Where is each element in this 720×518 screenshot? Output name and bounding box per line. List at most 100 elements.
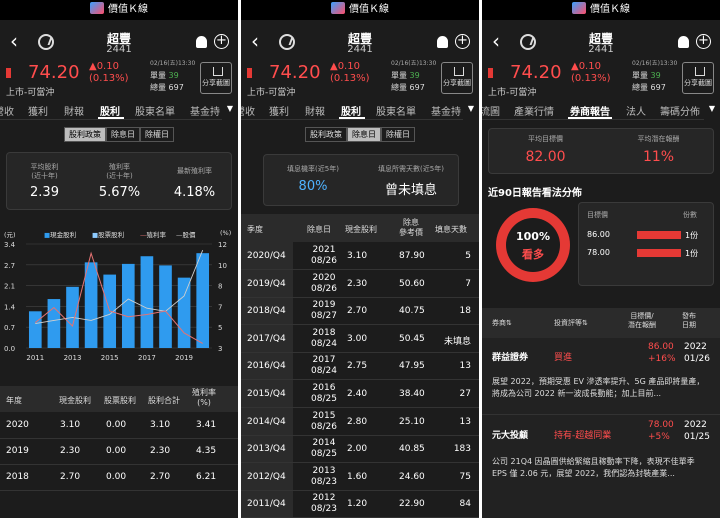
y-tick-right: 12 [218, 241, 227, 249]
report-summary: 公司 21Q4 因晶圓供給緊縮且稼動率下降，表現不佳單季 EPS 僅 2.06 … [492, 457, 695, 478]
ex-dividend-cell: 2.30 [347, 278, 368, 289]
th-broker[interactable]: 券商⇅ [492, 318, 512, 328]
tab-bar: 營收 獲利 財報 股利 股東名單 基金持 [241, 98, 479, 120]
price-change: ▲0.10 (0.13%) [89, 61, 129, 84]
share-screenshot-button[interactable]: 分享截圖 [200, 62, 232, 94]
ex-dividend-cell: 18 [459, 306, 471, 317]
ex-dividend-cell: 22.90 [399, 499, 425, 510]
tab-funds[interactable]: 基金持 [431, 103, 461, 118]
dividend-cell: 3.41 [196, 420, 217, 430]
tab-institutional[interactable]: 法人 [626, 103, 646, 118]
avg-upside-value: 11% [642, 149, 675, 165]
avg-yield-value: 5.67% [98, 185, 141, 200]
tab-profit[interactable]: 獲利 [28, 103, 48, 118]
tab-dividend[interactable]: 股利 [100, 103, 120, 118]
th-target-upside[interactable]: 目標價/ 潛在報酬 [628, 312, 656, 330]
dividend-cell: 2.30 [60, 446, 81, 456]
tab-revenue[interactable]: 營收 [241, 103, 255, 118]
tab-dropdown-icon[interactable]: ▼ [222, 98, 238, 120]
row-divider [241, 296, 479, 298]
dist-bar-2 [637, 249, 681, 257]
seg-dividend-policy[interactable]: 股利政策 [64, 127, 106, 142]
dividend-cell: 3.10 [150, 420, 171, 430]
tab-broker-report[interactable]: 券商報告 [570, 103, 610, 118]
dividend-cell: 0.00 [106, 446, 127, 456]
report-divider [482, 414, 720, 415]
report-date: 01/25 [684, 432, 710, 442]
dist-target-2: 78.00 [587, 248, 610, 257]
avg-dividend-value: 2.39 [30, 185, 59, 200]
th-quarter: 季度 [247, 225, 263, 234]
report-item[interactable]: 元大投顧 持有-超越同業 78.00 +5% 2022 01/25 公司 21Q… [482, 416, 720, 516]
ex-dividend-cell: 25.10 [399, 416, 425, 427]
row-divider [0, 490, 238, 491]
latest-yield-value: 4.18% [173, 185, 216, 200]
price-change: ▲0.10 (0.13%) [571, 61, 611, 84]
row-divider [241, 462, 479, 464]
tab-funds[interactable]: 基金持 [190, 103, 220, 118]
bell-icon[interactable] [437, 36, 448, 48]
add-icon[interactable]: + [696, 34, 711, 49]
line-price [35, 249, 204, 324]
tab-flow[interactable]: 流圖 [482, 103, 500, 118]
y-tick-left: 2.1 [4, 283, 15, 291]
tab-financials[interactable]: 財報 [64, 103, 84, 118]
row-divider [241, 324, 479, 326]
y-tick-right: 3 [218, 345, 222, 353]
tab-shareholders[interactable]: 股東名單 [376, 103, 416, 118]
dividend-cell: 4.35 [196, 446, 217, 456]
ex-dividend-cell: 2.70 [347, 306, 368, 317]
tab-revenue[interactable]: 營收 [0, 103, 14, 118]
fill-days-value: 曾未填息 [384, 183, 437, 198]
dividend-cell: 3.10 [60, 420, 81, 430]
bell-icon[interactable] [196, 36, 207, 48]
seg-ex-dividend[interactable]: 除息日 [347, 127, 381, 142]
tab-profit[interactable]: 獲利 [269, 103, 289, 118]
row-divider [241, 351, 479, 353]
share-screenshot-button[interactable]: 分享截圖 [682, 62, 714, 94]
bell-icon[interactable] [678, 36, 689, 48]
row-divider [0, 464, 238, 465]
x-tick: 2011 [26, 354, 44, 362]
bar-cash-dividend [121, 263, 135, 348]
tab-shareholders[interactable]: 股東名單 [135, 103, 175, 118]
report-item[interactable]: 群益證券 買進 86.00 +16% 2022 01/26 展望 2022，預期… [482, 338, 720, 413]
report-target: 78.00 [648, 420, 674, 430]
add-icon[interactable]: + [455, 34, 470, 49]
seg-ex-rights[interactable]: 除權日 [140, 127, 174, 142]
dist-target-1: 86.00 [587, 230, 610, 239]
market-label: 上市-可當沖 [247, 88, 296, 98]
tab-dropdown-icon[interactable]: ▼ [704, 98, 720, 120]
price-indicator [247, 68, 252, 78]
app-logo-icon [331, 2, 345, 14]
single-volume: 單量 39 [391, 71, 420, 80]
ex-dividend-cell: 2.75 [347, 361, 368, 372]
ex-dividend-cell: 84 [459, 499, 471, 510]
tab-chip-distribution[interactable]: 籌碼分佈 [660, 103, 700, 118]
tab-financials[interactable]: 財報 [305, 103, 325, 118]
tab-indicator [568, 117, 612, 119]
ex-dividend-cell: 2018 08/24 [311, 327, 337, 349]
ex-dividend-cell: 2019 08/27 [311, 300, 337, 322]
line-yield [34, 251, 203, 344]
seg-dividend-policy[interactable]: 股利政策 [305, 127, 347, 142]
bar-cash-dividend [140, 256, 154, 348]
row-divider [241, 379, 479, 381]
seg-ex-dividend[interactable]: 除息日 [106, 127, 140, 142]
th-publish-date[interactable]: 發布 日期 [682, 312, 696, 330]
tab-dropdown-icon[interactable]: ▼ [463, 98, 479, 120]
ex-dividend-screen: 價值Ｋ線 ‹ 超豐 2441 + 74.20 ▲0.10 (0.13%) 02/1… [241, 0, 479, 518]
ex-dividend-cell: 40.75 [399, 306, 425, 317]
th-rating[interactable]: 投資評等⇅ [554, 318, 588, 328]
tab-industry[interactable]: 產業行情 [514, 103, 554, 118]
add-icon[interactable]: + [214, 34, 229, 49]
share-screenshot-button[interactable]: 分享截圖 [441, 62, 473, 94]
dist-count-1: 1份 [685, 231, 699, 240]
ex-dividend-cell: 2017 08/24 [311, 355, 337, 377]
ex-dividend-cell: 75 [459, 471, 471, 482]
th-total-dividend: 股利合計 [148, 396, 180, 405]
distribution-title: 近90日報告看法分佈 [488, 188, 582, 199]
seg-ex-rights[interactable]: 除權日 [381, 127, 415, 142]
app-title: 價值Ｋ線 [590, 4, 630, 15]
tab-dividend[interactable]: 股利 [341, 103, 361, 118]
